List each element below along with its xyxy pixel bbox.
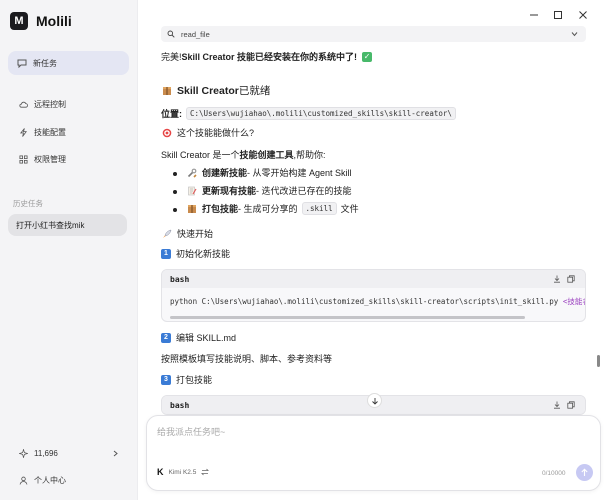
grid-icon xyxy=(19,154,28,164)
chat-input-card: K Kimi K2.5 0/10000 xyxy=(146,415,601,491)
bullet-dot xyxy=(173,172,177,176)
sidebar-item-remote-control[interactable]: 远程控制 xyxy=(19,96,66,112)
download-icon[interactable] xyxy=(553,401,561,409)
app-logo: M xyxy=(10,12,28,30)
memo-icon xyxy=(186,185,197,196)
brand: M Molili xyxy=(10,12,72,30)
quickstart-heading: 快速开始 xyxy=(161,227,213,240)
code-block: bash python C:\Users\wujiahao\.molili\cu… xyxy=(161,269,586,322)
credits-row[interactable]: 11,696 xyxy=(19,449,58,458)
location-line: 位置: C:\Users\wujiahao\.molili\customized… xyxy=(161,107,456,120)
app-name: Molili xyxy=(36,13,72,29)
switch-icon xyxy=(201,468,210,476)
location-label: 位置: xyxy=(161,109,182,119)
ready-bold: Skill Creator xyxy=(177,84,239,97)
arrow-down-icon xyxy=(371,397,378,405)
sidebar: M Molili 新任务 远程控制 技能配置 权限管理 历史任务 打开小红书查找… xyxy=(0,0,138,500)
target-icon xyxy=(161,127,172,138)
send-button[interactable] xyxy=(576,464,593,481)
task-input[interactable] xyxy=(157,424,557,440)
step-2: 2 编辑 SKILL.md xyxy=(161,331,236,344)
code-lang: bash xyxy=(170,400,190,410)
rocket-icon xyxy=(161,228,172,239)
what-heading: 这个技能能做什么? xyxy=(161,126,254,139)
user-center-label: 个人中心 xyxy=(34,476,66,485)
success-message: 完美! Skill Creator 技能已经安装在你的系统中了! ✓ xyxy=(161,51,373,62)
step-number: 3 xyxy=(161,374,171,385)
sidebar-item-label: 权限管理 xyxy=(34,154,66,164)
char-counter: 0/10000 xyxy=(542,470,566,477)
credits-value: 11,696 xyxy=(34,449,58,458)
check-icon: ✓ xyxy=(362,51,373,62)
download-icon[interactable] xyxy=(553,275,561,283)
intro-line: Skill Creator 是一个 技能创建工具 ,帮助你: xyxy=(161,150,326,160)
chevron-down-icon[interactable] xyxy=(571,31,578,37)
lightning-icon xyxy=(19,127,27,137)
bullet-dot xyxy=(173,190,177,194)
cloud-icon xyxy=(19,101,28,108)
list-item: 创建新技能 - 从零开始构建 Agent Skill xyxy=(186,166,352,179)
package-icon xyxy=(161,85,172,96)
location-path: C:\Users\wujiahao\.molili\customized_ski… xyxy=(186,107,456,120)
tool-call-name: read_file xyxy=(181,29,210,39)
vertical-scrollbar[interactable] xyxy=(597,355,600,367)
chevron-right-icon[interactable] xyxy=(112,450,119,457)
horizontal-scrollbar[interactable] xyxy=(170,316,525,319)
sidebar-item-skill-config[interactable]: 技能配置 xyxy=(19,124,66,140)
user-icon xyxy=(19,476,28,485)
new-task-button[interactable]: 新任务 xyxy=(8,51,129,75)
step-3: 3 打包技能 xyxy=(161,373,212,386)
scroll-to-bottom-button[interactable] xyxy=(367,393,382,408)
new-task-label: 新任务 xyxy=(33,58,57,68)
step-1: 1 初始化新技能 xyxy=(161,247,230,260)
chat-icon xyxy=(17,59,27,68)
tool-call-bar[interactable]: read_file xyxy=(161,26,586,42)
tools-icon xyxy=(186,167,197,178)
search-icon xyxy=(167,30,175,38)
code-body: python C:\Users\wujiahao\.molili\customi… xyxy=(170,297,585,306)
success-bold: Skill Creator 技能已经安装在你的系统中了! xyxy=(181,52,358,62)
copy-icon[interactable] xyxy=(567,401,575,409)
code-block-header: bash xyxy=(162,270,585,288)
sparkle-icon xyxy=(19,449,28,458)
step-number: 1 xyxy=(161,248,171,259)
arrow-up-icon xyxy=(581,468,588,476)
skill-ext-code: .skill xyxy=(301,202,337,215)
history-section-label: 历史任务 xyxy=(13,199,43,208)
sidebar-item-permissions[interactable]: 权限管理 xyxy=(19,151,66,167)
step-2-desc: 按照模板填写技能说明、脚本、参考资料等 xyxy=(161,354,333,364)
history-item[interactable]: 打开小红书查找mik xyxy=(8,214,127,236)
copy-icon[interactable] xyxy=(567,275,575,283)
sidebar-item-label: 技能配置 xyxy=(34,127,66,137)
ready-heading: Skill Creator 已就绪 xyxy=(161,83,270,98)
step-number: 2 xyxy=(161,332,171,343)
bullet-dot xyxy=(173,208,177,212)
user-center-row[interactable]: 个人中心 xyxy=(19,475,66,486)
model-selector[interactable]: K Kimi K2.5 xyxy=(157,464,210,480)
list-item: 打包技能 - 生成可分享的 .skill 文件 xyxy=(186,202,359,215)
list-item: 更新现有技能 - 迭代改进已存在的技能 xyxy=(186,184,352,197)
sidebar-item-label: 远程控制 xyxy=(34,99,66,109)
code-lang: bash xyxy=(170,274,190,284)
model-logo: K xyxy=(157,467,164,477)
model-name: Kimi K2.5 xyxy=(168,468,197,476)
package-icon xyxy=(186,203,197,214)
